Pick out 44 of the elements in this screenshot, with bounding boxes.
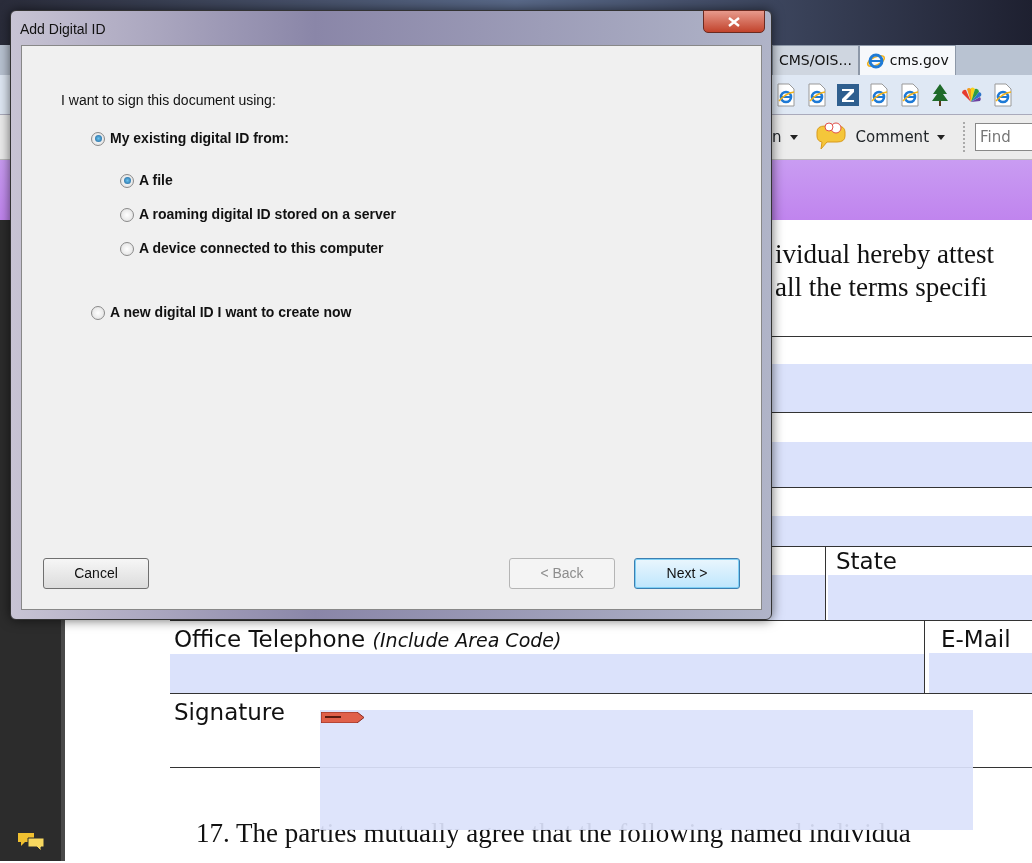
radio-option[interactable]: A file [120,170,761,191]
browser-tab[interactable]: cms.gov [858,45,956,75]
radio-option[interactable]: A device connected to this computer [120,238,761,259]
caret-icon[interactable] [789,134,798,140]
document-text: ividual hereby attest [775,238,995,271]
radio-option[interactable]: A roaming digital ID stored on a server [120,204,761,225]
close-icon [728,16,740,27]
radio-button[interactable] [91,131,105,146]
close-button[interactable] [703,10,765,33]
tree-icon[interactable] [930,82,950,107]
favorite-page-icon[interactable] [806,82,828,107]
radio-option[interactable]: My existing digital ID from: [91,128,761,149]
peacock-icon[interactable] [959,85,983,104]
browser-tab[interactable]: CMS/OIS... [772,45,859,75]
comments-icon[interactable] [15,831,46,853]
field-label: State [836,547,897,575]
field-label: E-Mail [941,625,1011,653]
speech-bubble-icon[interactable] [813,122,848,152]
favorite-page-icon[interactable] [775,82,797,107]
form-field[interactable] [170,654,924,693]
dialog-button[interactable]: Cancel [43,558,149,589]
form-field[interactable] [828,575,1032,620]
find-field[interactable]: Find [975,123,1032,151]
favorite-page-icon[interactable] [868,82,890,107]
form-field[interactable] [929,653,1032,693]
radio-button[interactable] [120,241,134,256]
caret-icon[interactable] [937,134,945,140]
prompt-text: I want to sign this document using: [61,91,277,110]
sign-here-flag-icon [321,712,365,723]
radio-button[interactable] [91,305,105,320]
comment-menu[interactable]: Comment [855,125,929,149]
favorite-page-icon[interactable] [899,82,921,107]
radio-option[interactable]: A new digital ID I want to create now [91,302,761,323]
field-label: Signature [174,698,285,726]
toolbar-menu[interactable]: n [772,125,782,149]
radio-button[interactable] [120,207,134,222]
favorite-page-icon[interactable] [992,82,1014,107]
favorite-square-icon[interactable] [837,83,859,106]
field-label: Office Telephone (Include Area Code) [174,625,562,654]
radio-button[interactable] [120,173,134,188]
document-text: all the terms specifi [775,271,989,304]
window-title: Add Digital ID [20,20,106,39]
document-text: 17. The parties mutually agree that the following named individua [196,818,911,848]
dialog-button[interactable]: Next > [634,558,740,589]
